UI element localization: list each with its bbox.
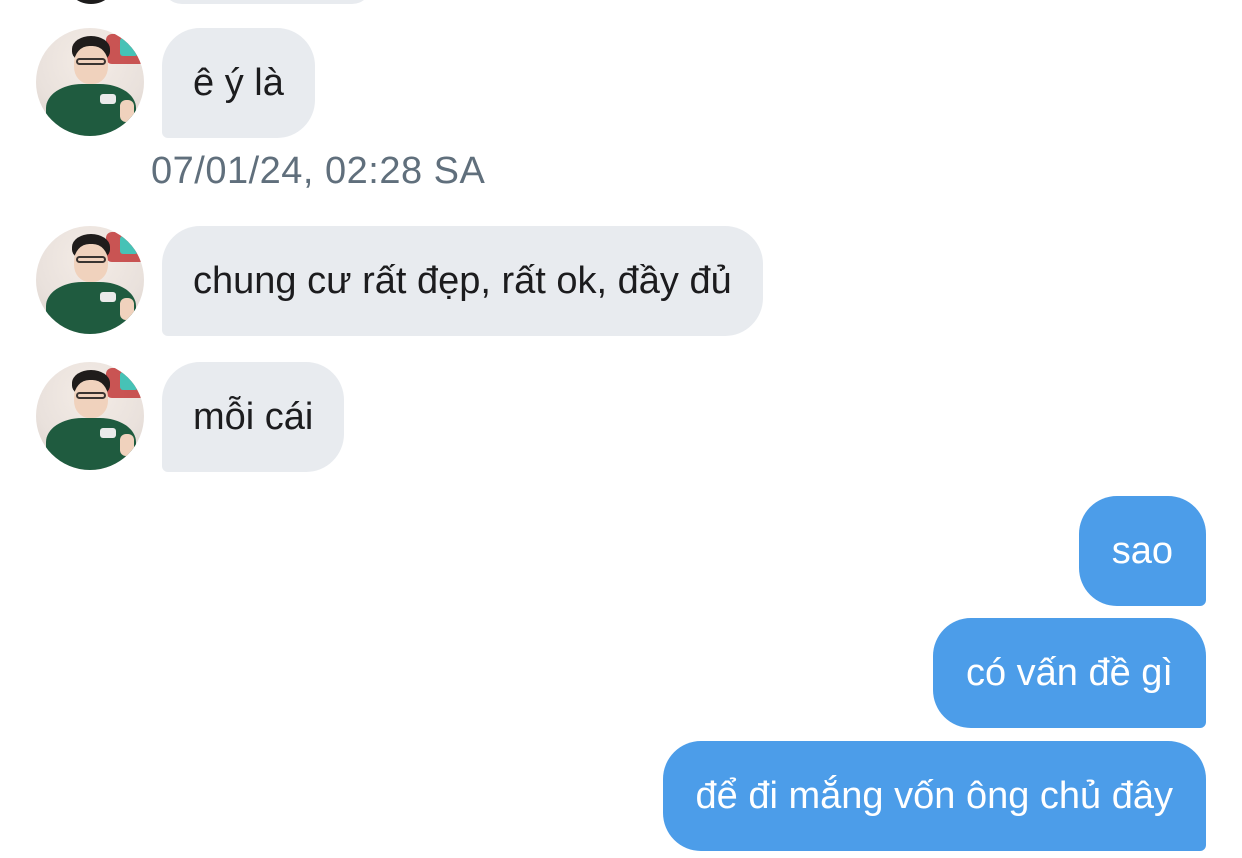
contact-avatar[interactable] bbox=[36, 362, 144, 470]
previous-message-bubble[interactable] bbox=[162, 0, 372, 4]
contact-avatar[interactable] bbox=[36, 226, 144, 334]
incoming-message[interactable]: chung cư rất đẹp, rất ok, đầy đủ bbox=[162, 226, 763, 336]
outgoing-message[interactable]: để đi mắng vốn ông chủ đây bbox=[662, 741, 1206, 851]
previous-avatar bbox=[64, 0, 118, 4]
incoming-message[interactable]: mỗi cái bbox=[162, 362, 345, 472]
message-timestamp: 07/01/24, 02:28 SA bbox=[151, 150, 486, 192]
outgoing-message[interactable]: sao bbox=[1078, 496, 1206, 606]
incoming-message[interactable]: ê ý là bbox=[162, 28, 315, 138]
outgoing-message[interactable]: có vấn đề gì bbox=[932, 618, 1206, 728]
contact-avatar[interactable] bbox=[36, 28, 144, 136]
